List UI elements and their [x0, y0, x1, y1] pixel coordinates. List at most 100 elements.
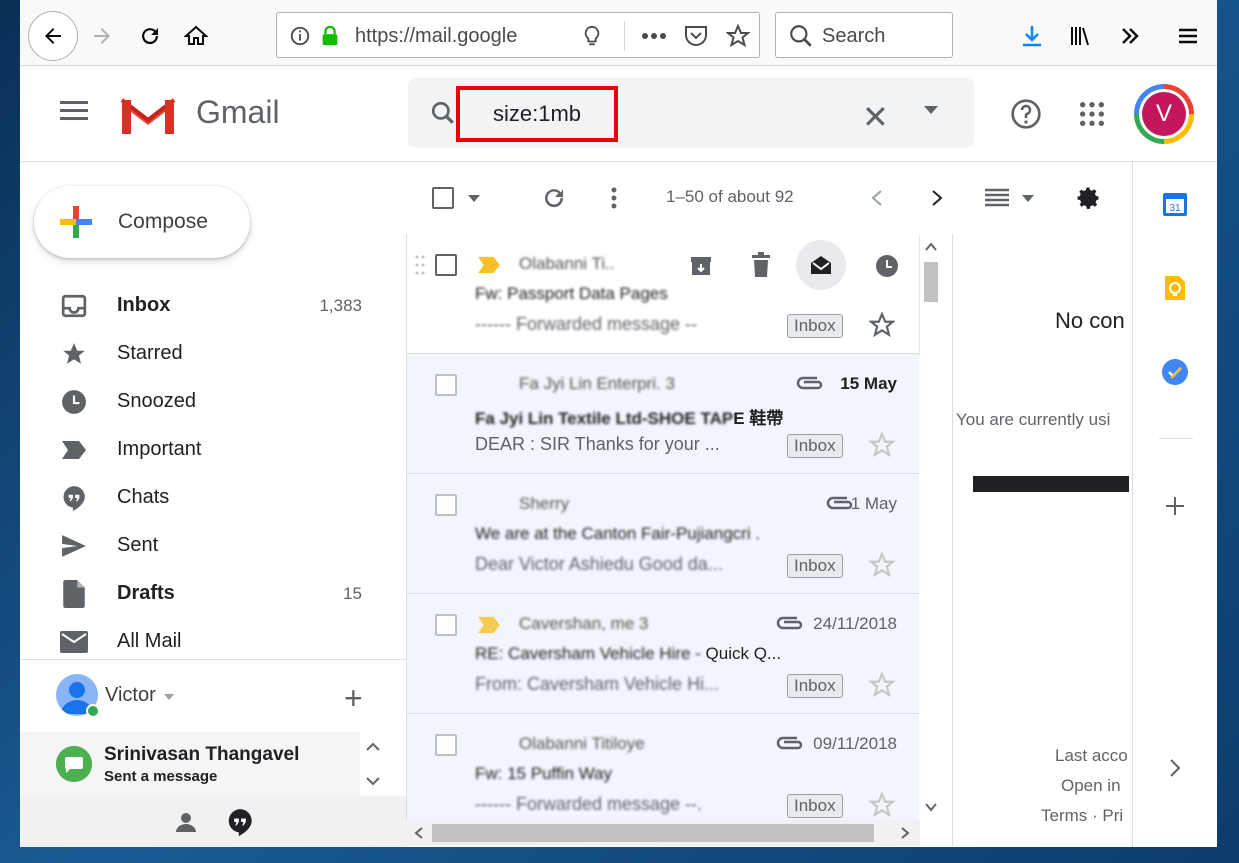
side-panel-divider — [1159, 438, 1193, 439]
add-addon-plus-icon[interactable] — [1161, 492, 1189, 520]
conversation-scroll[interactable] — [360, 732, 386, 796]
menu-button[interactable] — [1166, 14, 1210, 58]
refresh-icon[interactable] — [542, 186, 566, 210]
lock-icon[interactable] — [317, 23, 343, 49]
important-icon — [60, 436, 88, 464]
back-button[interactable] — [28, 11, 78, 61]
browser-search-bar[interactable]: Search — [775, 12, 953, 58]
help-button[interactable] — [1006, 94, 1046, 134]
delete-icon[interactable] — [749, 252, 773, 278]
list-item[interactable]: Fa Jyi Lin Enterpri. 3 15 May Fa Jyi Lin… — [407, 354, 919, 474]
star-outline-icon[interactable] — [869, 432, 895, 458]
snooze-clock-icon[interactable] — [875, 254, 899, 278]
settings-gear-icon[interactable] — [1074, 184, 1102, 212]
lightbulb-icon[interactable] — [579, 23, 605, 49]
chevron-right-icon[interactable] — [930, 189, 944, 207]
inbox-icon — [60, 292, 88, 320]
new-conversation-plus-icon[interactable]: + — [344, 680, 363, 717]
apps-button[interactable] — [1072, 94, 1112, 134]
chevron-right-icon[interactable] — [1161, 754, 1189, 782]
sidebar-item-chats[interactable]: Chats — [20, 474, 406, 522]
select-all-checkbox[interactable] — [432, 187, 454, 209]
chevron-right-icon[interactable] — [900, 827, 910, 839]
split-pane-caret-icon[interactable] — [1022, 195, 1034, 202]
star-outline-icon[interactable] — [869, 672, 895, 698]
terms-link[interactable]: Terms · Pri — [1041, 806, 1123, 826]
contacts-icon[interactable] — [174, 810, 198, 834]
sidebar-item-important[interactable]: Important — [20, 426, 406, 474]
reload-button[interactable] — [128, 14, 172, 58]
important-marker-icon[interactable] — [477, 256, 501, 274]
search-query-input[interactable]: size:1mb — [456, 86, 618, 142]
row-checkbox[interactable] — [435, 614, 457, 636]
more-vert-icon[interactable] — [610, 186, 618, 210]
sidebar-item-label: Inbox — [117, 294, 171, 316]
row-checkbox[interactable] — [435, 374, 457, 396]
sidebar-item-label: Chats — [117, 486, 170, 508]
overflow-button[interactable] — [1108, 14, 1152, 58]
sidebar-item-starred[interactable]: Starred — [20, 330, 406, 378]
compose-label: Compose — [118, 210, 208, 233]
pocket-icon[interactable] — [683, 23, 709, 49]
search-options-icon[interactable] — [924, 106, 938, 114]
chevron-left-icon[interactable] — [414, 827, 424, 839]
forward-button[interactable] — [80, 14, 124, 58]
list-item[interactable]: Cavershan, me 3 24/11/2018 RE: Caversham… — [407, 594, 919, 714]
library-button[interactable] — [1058, 14, 1102, 58]
message-sender: Olabanni Titiloye — [519, 734, 645, 753]
sidebar-item-sent[interactable]: Sent — [20, 522, 406, 570]
label-badge[interactable]: Inbox — [787, 794, 843, 818]
scrollbar-thumb[interactable] — [432, 824, 874, 842]
horizontal-scrollbar[interactable] — [406, 820, 920, 846]
search-icon[interactable] — [430, 100, 456, 126]
mail-search-box[interactable]: size:1mb ✕ — [408, 78, 974, 148]
account-avatar[interactable]: V — [1134, 84, 1194, 144]
chevron-down-icon[interactable] — [925, 802, 937, 812]
star-outline-icon[interactable] — [869, 792, 895, 818]
message-list-scrollbar[interactable] — [920, 234, 942, 820]
downloads-button[interactable] — [1010, 14, 1054, 58]
row-checkbox[interactable] — [435, 494, 457, 516]
archive-icon[interactable] — [689, 254, 713, 278]
row-checkbox[interactable] — [435, 734, 457, 756]
avatar-letter: V — [1142, 92, 1186, 136]
select-menu-caret-icon[interactable] — [468, 195, 480, 202]
tasks-icon[interactable] — [1161, 358, 1189, 386]
open-in-link[interactable]: Open in — [1061, 776, 1121, 796]
bookmark-star-icon[interactable] — [725, 23, 751, 49]
sidebar-item-snoozed[interactable]: Snoozed — [20, 378, 406, 426]
star-outline-icon[interactable] — [869, 552, 895, 578]
message-date: 09/11/2018 — [813, 734, 897, 753]
chevron-up-icon[interactable] — [925, 242, 937, 252]
row-checkbox[interactable] — [435, 254, 457, 276]
star-outline-icon[interactable] — [869, 312, 895, 338]
hangouts-conversation[interactable]: Srinivasan Thangavel Sent a message — [20, 732, 360, 796]
info-icon[interactable] — [287, 23, 313, 49]
list-item[interactable]: Olabanni Titiloye 09/11/2018 Fw: 15 Puff… — [407, 714, 919, 820]
scrollbar-thumb[interactable] — [924, 262, 938, 302]
sidebar-item-inbox[interactable]: Inbox 1,383 — [20, 282, 406, 330]
caret-down-icon[interactable] — [164, 694, 174, 700]
label-badge[interactable]: Inbox — [787, 554, 843, 578]
calendar-icon[interactable]: 31 — [1161, 190, 1189, 218]
clear-search-icon[interactable]: ✕ — [862, 98, 889, 136]
more-actions-icon[interactable] — [641, 23, 667, 49]
label-badge[interactable]: Inbox — [787, 314, 843, 338]
message-sender: Sherry — [519, 494, 570, 513]
chevron-left-icon[interactable] — [870, 189, 884, 207]
sidebar-item-drafts[interactable]: Drafts 15 — [20, 570, 406, 618]
split-pane-icon[interactable] — [984, 188, 1010, 208]
label-badge[interactable]: Inbox — [787, 434, 843, 458]
mark-read-button[interactable] — [796, 240, 846, 290]
drag-handle-icon[interactable] — [415, 254, 425, 276]
compose-button[interactable]: Compose — [34, 186, 250, 258]
main-menu-button[interactable] — [58, 96, 90, 128]
hangouts-icon[interactable] — [226, 808, 254, 836]
url-bar[interactable]: https://mail.google — [276, 12, 760, 58]
list-item[interactable]: Sherry 1 May We are at the Canton Fair-P… — [407, 474, 919, 594]
home-button[interactable] — [174, 14, 218, 58]
important-marker-icon[interactable] — [477, 616, 501, 634]
keep-icon[interactable] — [1161, 274, 1189, 302]
label-badge[interactable]: Inbox — [787, 674, 843, 698]
list-item[interactable]: Olabanni Ti.. Fw: Passport Data Pages --… — [407, 234, 919, 354]
